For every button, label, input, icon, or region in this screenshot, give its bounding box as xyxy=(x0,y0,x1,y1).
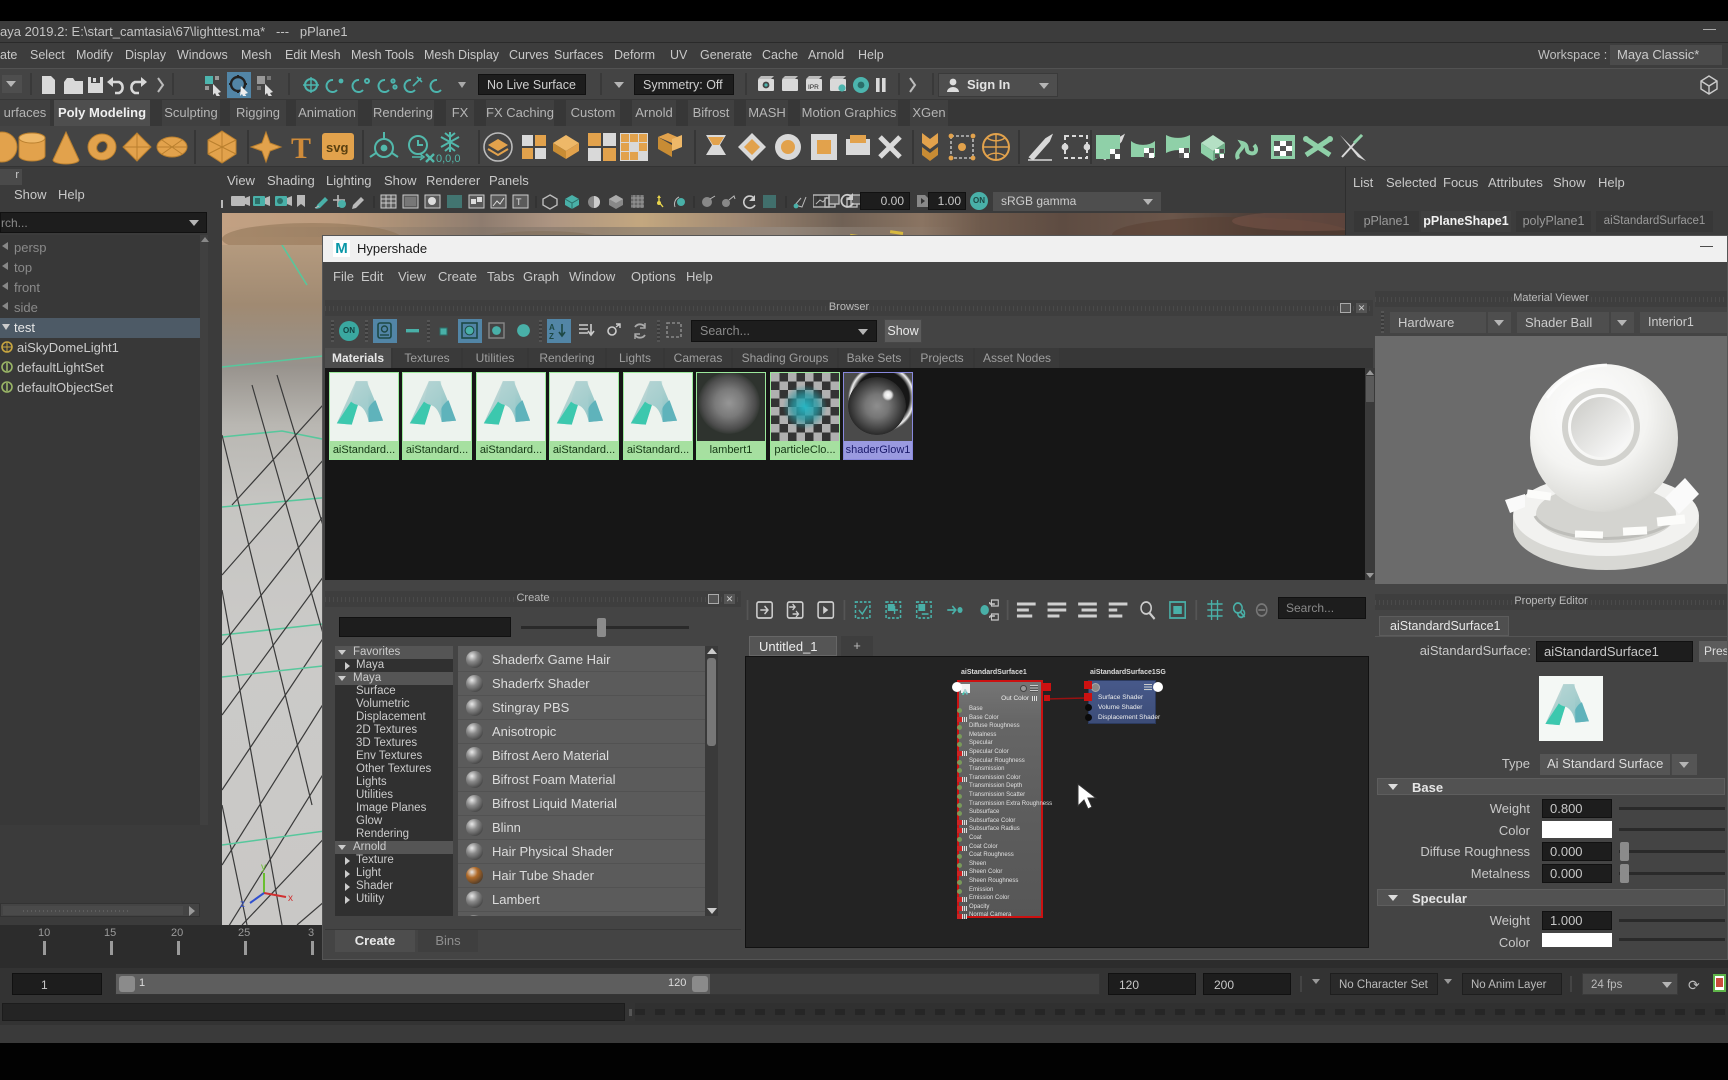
svg-text:svg: svg xyxy=(326,140,348,155)
svg-text:T: T xyxy=(291,132,311,165)
svg-text:Z: Z xyxy=(549,332,554,341)
svg-text:x: x xyxy=(288,893,293,904)
svg-text:y: y xyxy=(261,862,266,873)
svg-text:IPR: IPR xyxy=(808,84,819,91)
svg-text:z: z xyxy=(240,899,245,910)
svg-text:A: A xyxy=(549,323,555,332)
svg-text:0,0,0: 0,0,0 xyxy=(436,153,460,165)
svg-text:T: T xyxy=(516,197,522,207)
